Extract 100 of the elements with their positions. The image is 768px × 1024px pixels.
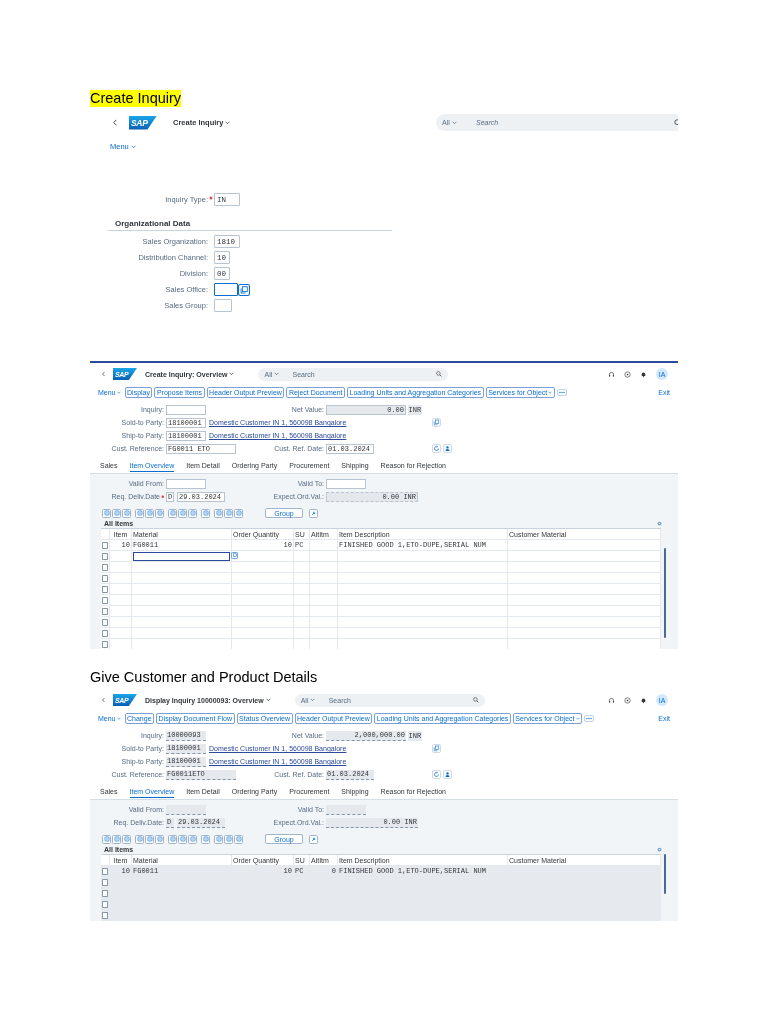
tool-button[interactable]	[122, 834, 131, 844]
tool-button[interactable]	[155, 508, 164, 518]
tool-icon	[202, 836, 209, 842]
tool-button[interactable]	[309, 508, 318, 518]
tool-button[interactable]	[224, 508, 233, 518]
row-checkbox[interactable]	[102, 618, 108, 626]
tool-button[interactable]	[145, 834, 154, 844]
tool-button[interactable]	[102, 834, 111, 844]
search-icon[interactable]	[472, 697, 479, 703]
tool-button[interactable]	[224, 834, 233, 844]
copy-icon[interactable]	[432, 418, 441, 427]
headset-icon[interactable]	[608, 370, 615, 378]
tool-button[interactable]	[168, 834, 177, 844]
tool-button[interactable]	[309, 834, 318, 844]
row-checkbox[interactable]	[102, 629, 108, 637]
tool-button[interactable]	[135, 834, 144, 844]
tool-icon	[156, 836, 163, 842]
tool-icon	[169, 510, 176, 516]
tool-button[interactable]	[112, 834, 121, 844]
tool-button[interactable]	[168, 508, 177, 518]
tool-button[interactable]	[188, 834, 197, 844]
caret-icon	[116, 390, 121, 394]
tool-button[interactable]	[178, 508, 187, 518]
logo[interactable]: SAP	[129, 115, 157, 130]
tool-icon	[225, 510, 232, 516]
scrollbar[interactable]	[664, 548, 666, 638]
input-field[interactable]	[166, 404, 206, 415]
tool-icon	[169, 836, 176, 842]
help-icon[interactable]	[624, 696, 631, 704]
copy-icon[interactable]	[432, 744, 441, 753]
overflow-icon[interactable]	[584, 714, 594, 722]
tool-icon	[189, 836, 196, 842]
tool-icon	[123, 510, 130, 516]
tool-icon	[215, 836, 222, 842]
row-checkbox[interactable]	[102, 889, 108, 897]
help-icon[interactable]	[624, 370, 631, 378]
row-checkbox[interactable]	[102, 911, 108, 919]
tool-button[interactable]	[135, 508, 144, 518]
settings-icon[interactable]	[657, 521, 662, 526]
tool-button[interactable]	[155, 834, 164, 844]
caret-icon	[229, 372, 235, 376]
tool-icon	[235, 836, 242, 842]
row-checkbox[interactable]	[102, 867, 108, 875]
row-checkbox[interactable]	[102, 574, 108, 582]
row-checkbox[interactable]	[102, 541, 108, 549]
tool-button[interactable]	[214, 834, 223, 844]
refresh-icon[interactable]	[432, 770, 441, 779]
tool-icon	[136, 836, 143, 842]
tool-icon	[146, 836, 153, 842]
tool-icon	[113, 836, 120, 842]
value-help-icon[interactable]	[231, 552, 238, 559]
caret-icon	[310, 698, 316, 702]
tool-button[interactable]	[112, 508, 121, 518]
input-field[interactable]	[214, 299, 232, 312]
settings-icon[interactable]	[657, 847, 662, 852]
input-field[interactable]	[166, 804, 206, 815]
tool-button[interactable]	[145, 508, 154, 518]
value-help-icon[interactable]	[238, 283, 250, 296]
back-icon[interactable]	[113, 119, 117, 126]
headset-icon[interactable]	[608, 696, 615, 704]
tool-icon	[179, 510, 186, 516]
input-field[interactable]	[166, 478, 206, 489]
row-checkbox[interactable]	[102, 596, 108, 604]
row-checkbox[interactable]	[102, 878, 108, 886]
row-checkbox[interactable]	[102, 640, 108, 648]
required-icon	[209, 196, 213, 200]
overflow-icon[interactable]	[556, 388, 567, 396]
tool-button[interactable]	[102, 508, 111, 518]
tool-button[interactable]	[201, 834, 210, 844]
tool-button[interactable]	[234, 508, 243, 518]
bell-icon[interactable]	[640, 696, 647, 704]
person-icon[interactable]	[443, 770, 452, 779]
caret-icon	[130, 144, 136, 149]
section-heading: Create Inquiry	[90, 89, 182, 107]
person-icon[interactable]	[443, 444, 452, 453]
bell-icon[interactable]	[640, 370, 647, 378]
tool-button[interactable]	[178, 834, 187, 844]
input-field[interactable]	[214, 283, 238, 296]
caret-icon	[575, 716, 580, 720]
row-checkbox[interactable]	[102, 900, 108, 908]
search-icon[interactable]	[436, 371, 443, 377]
tool-button[interactable]	[214, 508, 223, 518]
tool-icon	[225, 836, 232, 842]
input-field[interactable]	[326, 804, 366, 815]
input-field[interactable]	[133, 551, 230, 561]
row-checkbox[interactable]	[102, 585, 108, 593]
input-field[interactable]	[326, 478, 366, 489]
tool-button[interactable]	[201, 508, 210, 518]
caret-icon	[265, 698, 271, 702]
scrollbar[interactable]	[664, 854, 666, 894]
tool-icon	[123, 836, 130, 842]
row-checkbox[interactable]	[102, 552, 108, 560]
tool-button[interactable]	[122, 508, 131, 518]
tool-icon	[202, 510, 209, 516]
tool-icon	[103, 836, 110, 842]
row-checkbox[interactable]	[102, 607, 108, 615]
tool-button[interactable]	[188, 508, 197, 518]
row-checkbox[interactable]	[102, 563, 108, 571]
tool-button[interactable]	[234, 834, 243, 844]
refresh-icon[interactable]	[432, 444, 441, 453]
